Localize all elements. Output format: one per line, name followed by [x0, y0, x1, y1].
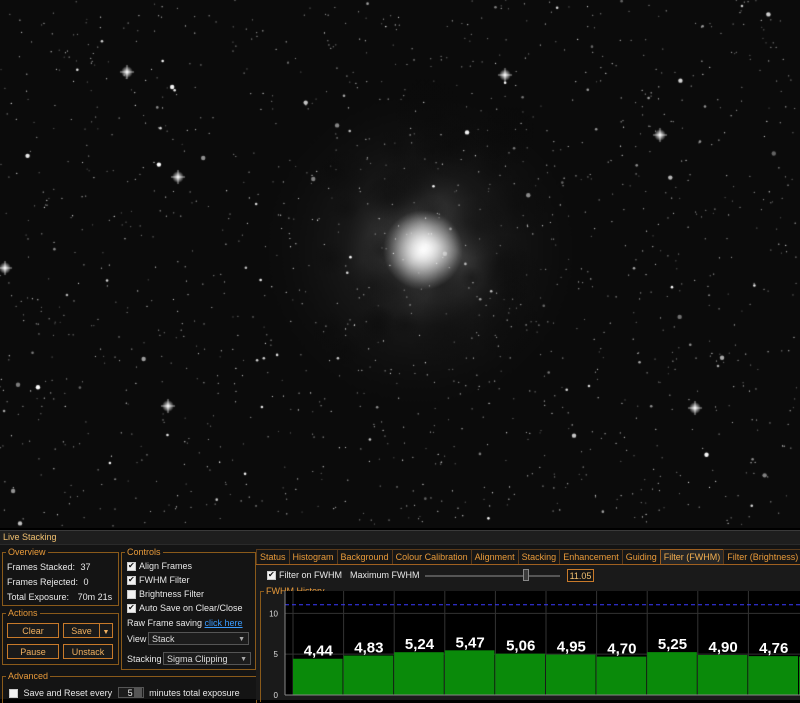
view-select[interactable]: Stack ▼ [148, 632, 249, 645]
max-fwhm-label: Maximum FWHM [350, 570, 420, 580]
fwhm-bar [293, 658, 343, 695]
live-stacking-panel: Live Stacking Overview Frames Stacked: 3… [0, 530, 800, 703]
auto-save-row[interactable]: Auto Save on Clear/Close [127, 603, 243, 613]
filter-on-fwhm-label: Filter on FWHM [279, 570, 342, 580]
fwhm-history-chart: 10 5 0 4,44 4,83 5,24 5,47 5,06 4,95 4,70 5,25 4,90… [260, 591, 800, 700]
frames-rejected-row: Frames Rejected: 0 [7, 577, 89, 587]
total-exposure-label: Total Exposure: [7, 592, 70, 602]
fwhm-bar-label: 4,90 [708, 639, 737, 656]
tab-bar: Status Histogram Background Colour Calibrat… [256, 549, 800, 564]
max-fwhm-value-box[interactable]: 11.05 [567, 569, 594, 582]
fwhm-filter-label: FWHM Filter [139, 575, 190, 585]
fwhm-bar [394, 652, 444, 695]
fwhm-filter-checkbox[interactable] [127, 575, 136, 585]
unstack-button[interactable]: Unstack [63, 644, 113, 659]
fwhm-bar-label: 4,76 [759, 640, 788, 657]
fwhm-bar [495, 653, 545, 695]
save-button[interactable]: Save [63, 623, 100, 638]
raw-frame-link[interactable]: click here [205, 618, 243, 628]
fwhm-filter-row[interactable]: FWHM Filter [127, 575, 190, 585]
stacked-image-view[interactable] [0, 0, 800, 528]
raw-frame-row: Raw Frame saving click here [127, 618, 243, 628]
panel-title: Live Stacking [0, 531, 800, 545]
clear-button[interactable]: Clear [7, 623, 59, 638]
nebula-image [0, 0, 800, 528]
fwhm-bar-label: 4,83 [354, 640, 383, 657]
brightness-filter-checkbox[interactable] [127, 590, 136, 599]
y-tick-label: 10 [269, 609, 278, 618]
save-reset-label: Save and Reset every [23, 688, 113, 698]
overview-legend: Overview [8, 547, 46, 557]
tab-colour-calibration[interactable]: Colour Calibration [391, 549, 472, 564]
total-exposure-value: 70m 21s [77, 592, 113, 602]
advanced-legend: Advanced [8, 671, 49, 681]
save-dropdown-button[interactable]: ▼ [99, 623, 113, 638]
controls-legend: Controls [127, 547, 161, 557]
view-select-value: Stack [152, 634, 175, 644]
stacking-select[interactable]: Sigma Clipping ▼ [163, 652, 251, 665]
save-reset-checkbox[interactable] [9, 689, 18, 698]
chevron-down-icon: ▼ [238, 636, 245, 643]
fwhm-bar-label: 5,06 [506, 638, 535, 655]
tab-guiding[interactable]: Guiding [621, 549, 661, 564]
stacking-label: Stacking [127, 654, 162, 664]
save-reset-suffix: minutes total exposure [149, 688, 240, 698]
fwhm-bar [748, 656, 798, 695]
save-reset-stepper[interactable]: 5 [117, 687, 144, 698]
frames-rejected-label: Frames Rejected: [7, 577, 79, 587]
stacking-select-value: Sigma Clipping [167, 654, 228, 664]
chevron-down-icon: ▼ [240, 656, 247, 663]
fwhm-bar [546, 654, 596, 695]
raw-frame-label: Raw Frame saving [127, 618, 203, 628]
total-exposure-row: Total Exposure: 70m 21s [7, 592, 112, 602]
frames-stacked-value: 37 [80, 562, 91, 572]
chevron-down-icon: ▼ [102, 629, 110, 636]
y-tick-label: 5 [274, 650, 279, 659]
tab-enhancement[interactable]: Enhancement [559, 549, 623, 564]
fwhm-bar-label: 4,95 [557, 639, 586, 656]
align-frames-label: Align Frames [139, 561, 193, 571]
fwhm-bar [343, 655, 394, 695]
pause-button[interactable]: Pause [7, 644, 59, 659]
align-frames-row[interactable]: Align Frames [127, 561, 192, 571]
fwhm-chart-svg: 10504,44 4,83 5,24 5,47 5,06 4,95 4,70 5,25 4,90… [269, 591, 800, 700]
tab-alignment[interactable]: Alignment [470, 549, 519, 564]
fwhm-bar-label: 5,24 [405, 636, 435, 653]
frames-stacked-label: Frames Stacked: [7, 562, 76, 572]
view-label: View [127, 634, 147, 644]
filter-on-fwhm-checkbox[interactable] [267, 570, 276, 580]
auto-save-label: Auto Save on Clear/Close [139, 603, 243, 613]
align-frames-checkbox[interactable] [127, 561, 136, 571]
max-fwhm-slider-thumb[interactable] [523, 569, 530, 581]
fwhm-bar [697, 654, 748, 695]
fwhm-bar [647, 652, 697, 695]
tab-status[interactable]: Status [256, 549, 290, 564]
filter-on-fwhm-row[interactable]: Filter on FWHM [267, 570, 342, 580]
brightness-filter-row[interactable]: Brightness Filter [127, 589, 204, 599]
save-reset-row: Save and Reset every 5 minutes total exp… [9, 687, 240, 698]
tab-filter-brightness[interactable]: Filter (Brightness) [723, 549, 800, 564]
max-fwhm-slider-track[interactable] [425, 575, 560, 577]
tab-stacking[interactable]: Stacking [517, 549, 561, 564]
frames-stacked-row: Frames Stacked: 37 [7, 562, 91, 572]
tab-background[interactable]: Background [336, 549, 393, 564]
tab-histogram[interactable]: Histogram [288, 549, 338, 564]
auto-save-checkbox[interactable] [127, 603, 136, 613]
actions-legend: Actions [8, 608, 38, 618]
frames-rejected-value: 0 [83, 577, 89, 587]
fwhm-bar-label: 5,25 [658, 636, 687, 653]
fwhm-bar [596, 656, 647, 695]
tab-filter-fwhm[interactable]: Filter (FWHM) [659, 549, 725, 564]
spin-arrows-icon[interactable] [133, 688, 142, 697]
fwhm-bar-label: 4,70 [607, 641, 636, 658]
fwhm-bar-label: 4,44 [304, 643, 334, 660]
save-reset-value: 5 [127, 688, 133, 698]
fwhm-bar-label: 5,47 [455, 634, 484, 651]
fwhm-bar [444, 650, 495, 695]
brightness-filter-label: Brightness Filter [139, 589, 205, 599]
